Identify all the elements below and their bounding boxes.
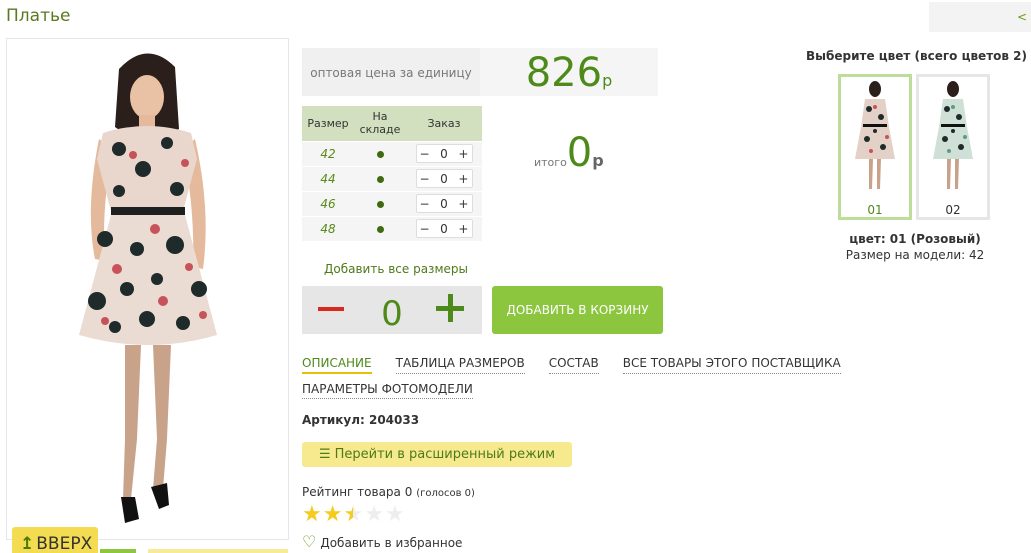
size-cell: 42 xyxy=(302,140,354,166)
selected-color-name: цвет: 01 (Розовый) xyxy=(849,232,981,246)
tab-composition[interactable]: СОСТАВ xyxy=(548,356,599,374)
table-row: 48 −0 + xyxy=(302,215,482,241)
price-value: 826 xyxy=(525,50,603,96)
price-label: оптовая цена за единицу xyxy=(302,48,480,96)
in-stock-icon xyxy=(376,175,384,183)
article-number: Артикул: 204033 xyxy=(302,413,420,427)
color-swatch-02[interactable]: 02 xyxy=(916,74,990,220)
dress-thumbnail-green xyxy=(933,81,973,189)
table-row: 42 −0 + xyxy=(302,140,482,166)
tab-supplier-products[interactable]: ВСЕ ТОВАРЫ ЭТОГО ПОСТАВЩИКА xyxy=(622,356,841,374)
partial-yellow-button[interactable] xyxy=(148,549,288,553)
scroll-up-label: ВВЕРХ xyxy=(36,534,93,553)
rating-stars[interactable]: ★ ★ ★ ★ ★ xyxy=(302,504,406,526)
info-tabs: ОПИСАНИЕ ТАБЛИЦА РАЗМЕРОВ СОСТАВ ВСЕ ТОВ… xyxy=(302,356,865,374)
tab-size-table[interactable]: ТАБЛИЦА РАЗМЕРОВ xyxy=(395,356,525,374)
info-tabs-row2: ПАРАМЕТРЫ ФОТОМОДЕЛИ xyxy=(302,382,497,399)
add-all-sizes-link[interactable]: Добавить все размеры xyxy=(324,262,468,276)
page-title: Платье xyxy=(6,6,71,26)
prev-product-button[interactable]: < xyxy=(929,2,1031,32)
total-currency: р xyxy=(592,151,604,170)
chevron-left-icon: < xyxy=(1016,10,1027,24)
star-icon[interactable]: ★ xyxy=(323,504,343,526)
size-header: Размер xyxy=(302,106,354,141)
total-label: итого xyxy=(534,156,567,169)
quantity-stepper: −0 + xyxy=(415,219,473,239)
heart-outline-icon: ♡ xyxy=(302,532,317,551)
color-picker-title: Выберите цвет (всего цветов 2) xyxy=(806,49,1027,63)
price-currency: р xyxy=(602,71,613,90)
add-to-cart-button[interactable]: ДОБАВИТЬ В КОРЗИНУ xyxy=(492,286,663,334)
plus-button[interactable]: + xyxy=(458,147,468,161)
list-icon: ☰ xyxy=(318,447,331,462)
size-table: Размер На складе Заказ 42 −0 + 44 −0 + 46 … xyxy=(302,106,482,241)
color-swatch-number: 02 xyxy=(945,203,961,217)
stepper-value[interactable]: 0 xyxy=(440,172,448,186)
plus-button[interactable]: + xyxy=(458,172,468,186)
model-size: Размер на модели: 42 xyxy=(845,248,985,262)
table-row: 44 −0 + xyxy=(302,165,482,191)
stock-header: На складе xyxy=(354,106,406,141)
minus-button[interactable]: − xyxy=(420,147,430,161)
size-cell: 46 xyxy=(302,190,354,216)
stepper-value[interactable]: 0 xyxy=(440,197,448,211)
favorites-label: Добавить в избранное xyxy=(320,536,463,550)
arrow-up-icon: ↥ xyxy=(20,534,35,553)
in-stock-icon xyxy=(376,150,384,158)
minus-button[interactable]: − xyxy=(420,197,430,211)
partial-green-button[interactable] xyxy=(100,549,136,553)
order-total: итого0р xyxy=(534,130,604,176)
star-icon[interactable]: ★ xyxy=(364,504,384,526)
tab-model-params[interactable]: ПАРАМЕТРЫ ФОТОМОДЕЛИ xyxy=(302,382,473,399)
size-cell: 44 xyxy=(302,165,354,191)
plus-icon[interactable] xyxy=(436,294,464,322)
quantity-stepper: −0 + xyxy=(415,144,473,163)
total-value: 0 xyxy=(566,130,593,176)
scroll-up-button[interactable]: ↥ ВВЕРХ xyxy=(12,527,98,553)
quantity-stepper: −0 + xyxy=(415,169,473,188)
rating-votes: (голосов 0) xyxy=(416,488,475,499)
order-header: Заказ xyxy=(406,106,482,141)
in-stock-icon xyxy=(376,200,384,208)
star-icon[interactable]: ★ xyxy=(302,504,322,526)
tab-description[interactable]: ОПИСАНИЕ xyxy=(302,356,372,374)
plus-button[interactable]: + xyxy=(458,222,468,236)
rating-text: Рейтинг товара 0 (голосов 0) xyxy=(302,485,475,499)
dress-thumbnail-pink xyxy=(855,81,895,189)
in-stock-icon xyxy=(376,225,384,233)
price-value-box: 826р xyxy=(480,48,658,96)
quantity-selector: 0 xyxy=(302,286,482,334)
product-photo[interactable] xyxy=(6,38,289,540)
minus-icon[interactable] xyxy=(318,307,344,311)
extended-mode-label: Перейти в расширенный режим xyxy=(334,447,556,462)
stepper-value[interactable]: 0 xyxy=(440,222,448,236)
size-cell: 48 xyxy=(302,215,354,241)
table-row: 46 −0 + xyxy=(302,190,482,216)
add-to-favorites-link[interactable]: ♡ Добавить в избранное xyxy=(302,532,462,551)
color-swatch-01[interactable]: 01 xyxy=(838,74,912,220)
minus-button[interactable]: − xyxy=(420,222,430,236)
extended-mode-button[interactable]: ☰ Перейти в расширенный режим xyxy=(302,442,572,467)
color-swatch-number: 01 xyxy=(867,203,883,217)
dress-model-image xyxy=(79,53,217,523)
star-icon[interactable]: ★ xyxy=(385,504,405,526)
minus-button[interactable]: − xyxy=(420,172,430,186)
plus-button[interactable]: + xyxy=(458,197,468,211)
star-icon[interactable]: ★ xyxy=(343,504,363,526)
selected-color-info: цвет: 01 (Розовый) Размер на модели: 42 xyxy=(840,232,990,262)
quantity-stepper: −0 + xyxy=(415,194,473,213)
stepper-value[interactable]: 0 xyxy=(440,147,448,161)
rating-label: Рейтинг товара 0 xyxy=(302,485,413,499)
